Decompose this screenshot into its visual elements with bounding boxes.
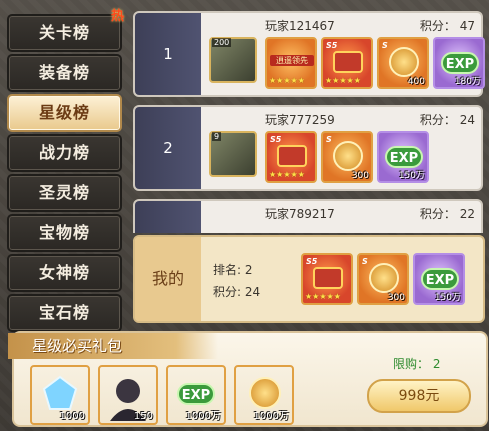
- coin-item[interactable]: S 300: [357, 253, 409, 305]
- tab-label: 战力榜: [38, 143, 90, 162]
- tab-star-ranking[interactable]: 星级榜: [7, 94, 122, 132]
- s5-badge: S5: [326, 41, 338, 50]
- exp-item[interactable]: EXP 150万: [377, 131, 429, 183]
- s5-badge: S5: [306, 257, 318, 266]
- star-rating-icon: ★★★★★: [269, 76, 305, 85]
- tab-label: 星级榜: [38, 103, 90, 122]
- exp-icon: EXP: [177, 383, 215, 405]
- treasure-chest-item[interactable]: S5 ★★★★★: [265, 131, 317, 183]
- my-score: 积分: 24: [213, 285, 261, 299]
- ranking-tab-sidebar: 关卡榜 热 装备榜 星级榜 战力榜 圣灵榜 宝物榜 女神榜 宝石榜: [0, 0, 128, 332]
- reward-box-item[interactable]: 逍遥领先 ★★★★★: [265, 37, 317, 89]
- exp-icon: EXP: [441, 52, 479, 74]
- tab-spirit-ranking[interactable]: 圣灵榜: [7, 174, 122, 212]
- tab-label: 宝物榜: [38, 223, 90, 242]
- tab-label: 装备榜: [38, 63, 90, 82]
- treasure-chest-item[interactable]: S5 ★★★★★: [301, 253, 353, 305]
- ranking-row: 2 9 玩家777259 积分： 24 S5 ★★★★★ S 300 EXP 1…: [133, 105, 483, 191]
- s-badge: S: [326, 135, 332, 144]
- player-name: 玩家789217: [265, 207, 335, 221]
- item-count: 1000万: [185, 411, 221, 422]
- item-count: 150万: [434, 293, 461, 303]
- item-count: 180万: [454, 77, 481, 87]
- chest-icon: [333, 51, 363, 73]
- item-count: 300: [351, 171, 369, 181]
- rank-number: 1: [135, 13, 201, 95]
- tab-power-ranking[interactable]: 战力榜: [7, 134, 122, 172]
- rank-number: [135, 201, 201, 233]
- ranking-list[interactable]: 1 200 玩家121467 积分： 47 逍遥领先 ★★★★★ S5 ★★★★…: [133, 11, 485, 233]
- reward-tag: 逍遥领先: [270, 55, 314, 66]
- my-ranking-panel: 我的 排名: 2 积分: 24 S5 ★★★★★ S 300 EXP 150万: [133, 235, 485, 323]
- treasure-chest-item[interactable]: S5 ★★★★★: [321, 37, 373, 89]
- purchase-limit: 限购： 2: [393, 357, 441, 371]
- tab-label: 女神榜: [38, 263, 90, 282]
- coin-icon: [249, 377, 281, 409]
- avatar[interactable]: 9: [209, 131, 257, 177]
- star-rating-icon: ★★★★★: [325, 76, 361, 85]
- my-rank: 排名: 2: [213, 263, 253, 277]
- hero-item[interactable]: 150: [98, 365, 158, 425]
- buy-button[interactable]: 998元: [367, 379, 471, 413]
- exp-item[interactable]: EXP 1000万: [166, 365, 226, 425]
- player-name: 玩家121467: [265, 19, 335, 33]
- s-badge: S: [362, 257, 368, 266]
- coin-icon: [369, 263, 399, 293]
- tab-label: 关卡榜: [38, 23, 90, 42]
- item-count: 1000万: [253, 411, 289, 422]
- chest-icon: [277, 145, 307, 167]
- player-name: 玩家777259: [265, 113, 335, 127]
- coin-icon: [333, 141, 363, 171]
- ranking-row: 1 200 玩家121467 积分： 47 逍遥领先 ★★★★★ S5 ★★★★…: [133, 11, 485, 97]
- tab-stage-ranking[interactable]: 关卡榜 热: [7, 9, 124, 52]
- my-ranking-label: 我的: [135, 237, 201, 321]
- avatar[interactable]: 200: [209, 37, 257, 83]
- item-count: 1000: [59, 411, 85, 422]
- coin-icon: [389, 47, 419, 77]
- coin-item[interactable]: S 400: [377, 37, 429, 89]
- gift-pack-title: 星级必买礼包: [8, 333, 218, 359]
- s5-badge: S5: [270, 135, 282, 144]
- coin-item[interactable]: 1000万: [234, 365, 294, 425]
- tab-label: 圣灵榜: [38, 183, 90, 202]
- tab-treasure-ranking[interactable]: 宝物榜: [7, 214, 122, 252]
- gem-item[interactable]: 1000: [30, 365, 90, 425]
- rank-number: 2: [135, 107, 201, 189]
- level-label: 200: [212, 38, 232, 47]
- item-count: 300: [387, 293, 405, 303]
- exp-icon: EXP: [385, 146, 423, 168]
- tab-label: 宝石榜: [38, 303, 90, 322]
- exp-item[interactable]: EXP 150万: [413, 253, 465, 305]
- hot-badge: 热: [110, 9, 125, 24]
- player-score: 积分： 22: [419, 207, 475, 221]
- tab-gem-ranking[interactable]: 宝石榜: [7, 294, 122, 332]
- item-count: 150万: [398, 171, 425, 181]
- exp-icon: EXP: [421, 268, 459, 290]
- tab-goddess-ranking[interactable]: 女神榜: [7, 254, 122, 292]
- ranking-row: 玩家789217 积分： 22: [133, 199, 483, 233]
- player-score: 积分： 47: [419, 19, 475, 33]
- star-rating-icon: ★★★★★: [305, 292, 341, 301]
- item-count: 150: [133, 411, 153, 422]
- coin-item[interactable]: S 300: [321, 131, 373, 183]
- player-score: 积分： 24: [419, 113, 475, 127]
- chest-icon: [313, 267, 343, 289]
- star-rating-icon: ★★★★★: [269, 170, 305, 179]
- item-count: 400: [407, 77, 425, 87]
- level-label: 9: [212, 132, 222, 141]
- tab-equipment-ranking[interactable]: 装备榜: [7, 54, 122, 92]
- s-badge: S: [382, 41, 388, 50]
- exp-item[interactable]: EXP 180万: [433, 37, 485, 89]
